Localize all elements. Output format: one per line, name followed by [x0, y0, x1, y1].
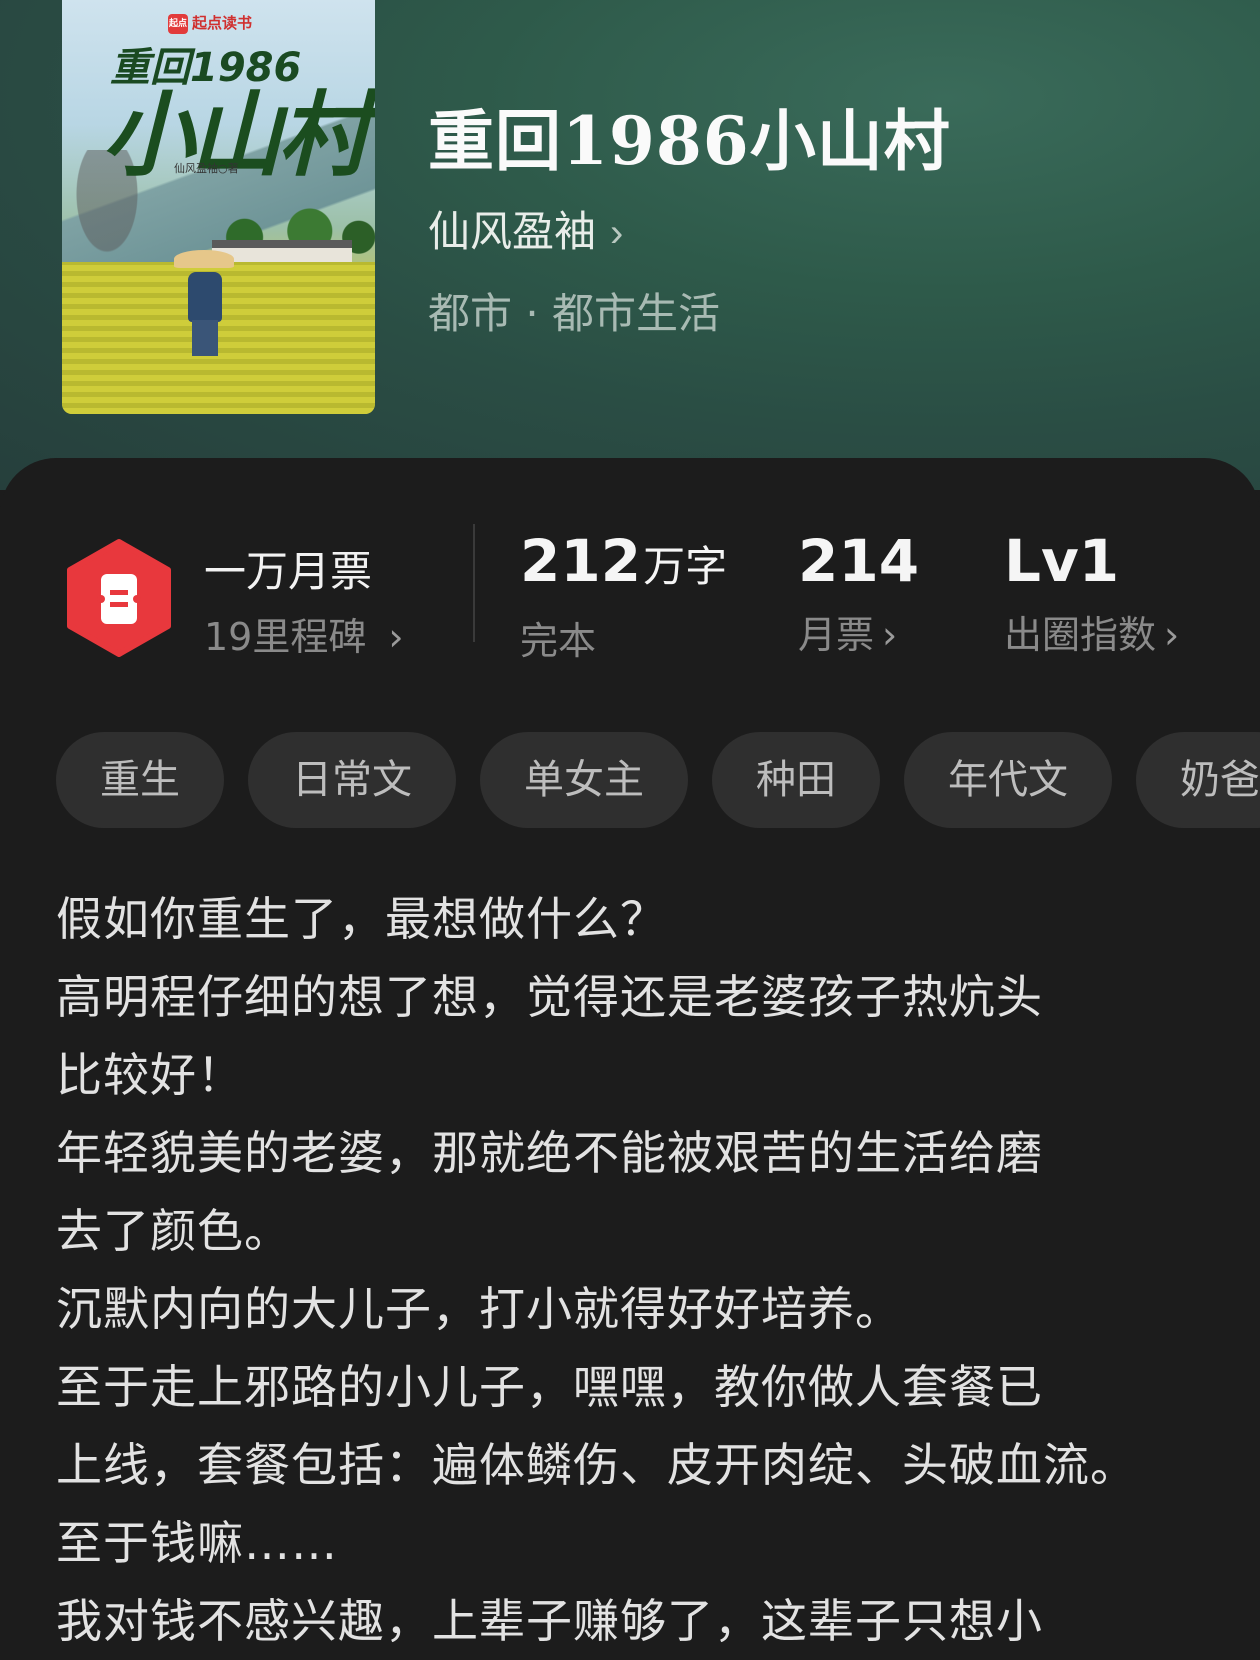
ticket-milestone-title[interactable]: 一万月票 — [204, 538, 372, 599]
book-title: 重回1986小山村 — [428, 102, 951, 180]
book-cover-image[interactable]: 起点 起点读书 重回1986 小山村 仙风盈袖○著 — [62, 0, 375, 414]
cover-farmer-art — [174, 250, 234, 360]
popularity-index-stat[interactable]: Lv1 出圈指数 › — [1004, 524, 1179, 659]
book-description[interactable]: 假如你重生了，最想做什么？ 高明程仔细的想了想，觉得还是老婆孩子热炕头 比较好！… — [56, 880, 1236, 1660]
cover-brand: 起点 起点读书 — [168, 12, 252, 34]
monthly-votes-label: 月票 — [798, 613, 875, 657]
chevron-right-icon: › — [610, 211, 624, 255]
description-line: 高明程仔细的想了想，觉得还是老婆孩子热炕头 — [56, 970, 1043, 1024]
tag-chip[interactable]: 重生 — [56, 732, 224, 828]
description-line: 比较好！ — [56, 1048, 244, 1102]
tag-chip[interactable]: 单女主 — [480, 732, 688, 828]
book-genre: 都市 · 都市生活 — [428, 289, 721, 338]
chevron-right-icon: › — [882, 613, 898, 657]
description-line: 假如你重生了，最想做什么？ — [56, 892, 667, 946]
popularity-index-label: 出圈指数 — [1004, 613, 1157, 657]
popularity-index-value: Lv1 — [1004, 527, 1120, 595]
qidian-logo-icon: 起点 — [168, 13, 188, 34]
chevron-right-icon: › — [388, 615, 404, 659]
ticket-milestone-link[interactable]: 19里程碑 › — [204, 606, 404, 661]
description-line: 沉默内向的大儿子，打小就得好好培养。 — [56, 1282, 902, 1336]
description-line: 去了颜色。 — [56, 1204, 291, 1258]
monthly-votes-value: 214 — [798, 527, 920, 595]
tag-chip[interactable]: 种田 — [712, 732, 880, 828]
tag-list: 重生 日常文 单女主 种田 年代文 奶爸 — [56, 732, 1260, 828]
author-link[interactable]: 仙风盈袖 › — [428, 198, 623, 259]
word-count-stat: 212万字 完本 — [520, 524, 727, 665]
tag-chip[interactable]: 奶爸 — [1136, 732, 1260, 828]
stats-divider — [473, 524, 475, 642]
monthly-ticket-icon[interactable] — [64, 538, 174, 658]
completion-status: 完本 — [520, 619, 597, 663]
word-count-value: 212 — [520, 527, 642, 595]
description-line: 年轻貌美的老婆，那就绝不能被艰苦的生活给磨 — [56, 1126, 1043, 1180]
description-line: 我对钱不感兴趣，上辈子赚够了，这辈子只想小 — [56, 1594, 1043, 1648]
ticket-milestone-subtitle: 19里程碑 — [204, 615, 367, 659]
tag-chip[interactable]: 日常文 — [248, 732, 456, 828]
cover-brand-text: 起点读书 — [192, 14, 253, 32]
description-line: 至于走上邪路的小儿子，嘿嘿，教你做人套餐已 — [56, 1360, 1043, 1414]
monthly-votes-stat[interactable]: 214 月票 › — [798, 524, 919, 659]
description-line: 上线，套餐包括：遍体鳞伤、皮开肉绽、头破血流。 — [56, 1438, 1137, 1492]
word-count-unit: 万字 — [643, 542, 728, 591]
cover-author: 仙风盈袖○著 — [174, 162, 239, 175]
description-line: 至于钱嘛…… — [56, 1516, 338, 1570]
chevron-right-icon: › — [1164, 613, 1180, 657]
author-name: 仙风盈袖 — [428, 208, 597, 255]
tag-chip[interactable]: 年代文 — [904, 732, 1112, 828]
